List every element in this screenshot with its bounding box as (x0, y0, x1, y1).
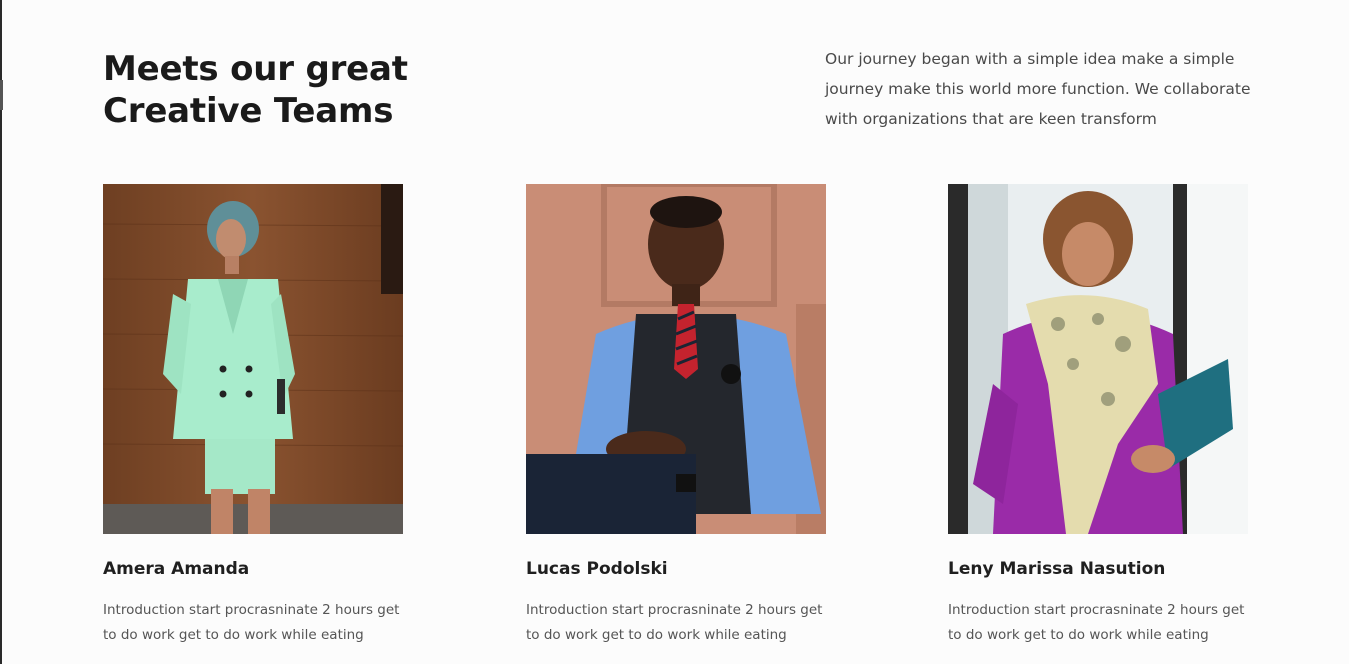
portrait-man-vest-tie-image (526, 184, 826, 534)
team-member-bio: Introduction start procrasninate 2 hours… (526, 602, 823, 643)
section-title: Meets our great Creative Teams (103, 48, 408, 132)
team-grid: Amera Amanda Introduction start procrasn… (103, 184, 1248, 664)
team-member-photo-amera (103, 184, 403, 534)
team-member-card: Amera Amanda Introduction start procrasn… (103, 184, 403, 643)
team-member-name: Lucas Podolski (526, 559, 668, 579)
team-member-name: Leny Marissa Nasution (948, 559, 1166, 579)
window-edge-notch (0, 80, 3, 110)
team-member-card: Lucas Podolski Introduction start procra… (526, 184, 826, 643)
team-member-bio: Introduction start procrasninate 2 hours… (103, 602, 400, 643)
portrait-woman-purple-dress-image (948, 184, 1248, 534)
team-member-name: Amera Amanda (103, 559, 250, 579)
team-member-photo-leny (948, 184, 1248, 534)
team-member-bio: Introduction start procrasninate 2 hours… (948, 602, 1245, 643)
section-title-line-2: Creative Teams (103, 91, 394, 131)
team-section-header: Meets our great Creative Teams Our journ… (103, 44, 1251, 144)
team-member-photo-lucas (526, 184, 826, 534)
section-title-line-1: Meets our great (103, 49, 408, 89)
section-intro: Our journey began with a simple idea mak… (825, 50, 1251, 128)
team-member-card: Leny Marissa Nasution Introduction start… (948, 184, 1248, 643)
portrait-woman-mint-suit-image (103, 184, 403, 534)
